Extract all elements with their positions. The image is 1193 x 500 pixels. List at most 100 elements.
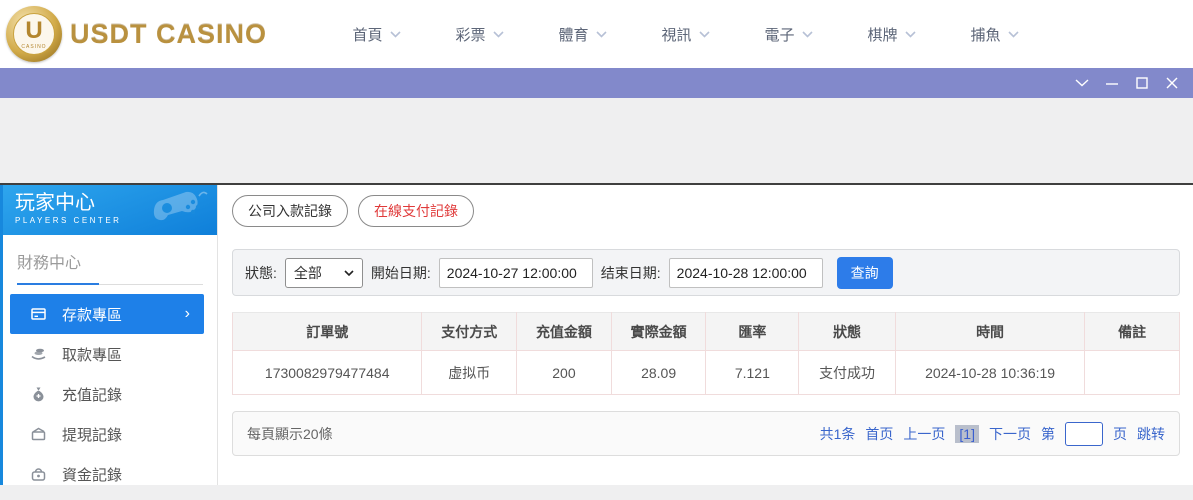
cell-exchange-rate: 7.121 [705, 350, 800, 395]
sidebar-item-funds-records[interactable]: 資金記錄 [3, 454, 217, 494]
jump-prefix-label: 第 [1041, 425, 1055, 442]
header-exchange-rate: 匯率 [705, 312, 800, 351]
nav-item-fishing[interactable]: 捕魚 [943, 24, 1046, 45]
sidebar: 玩家中心 PLAYERS CENTER 財務中心 存款專區 › 取款專區 充值記… [0, 185, 218, 485]
nav-label: 體育 [558, 26, 589, 44]
table-header-row: 訂單號 支付方式 充值金額 實際金額 匯率 狀態 時間 備註 [231, 312, 1180, 351]
header-order-no: 訂單號 [231, 312, 423, 351]
cell-status: 支付成功 [798, 350, 896, 395]
nav-item-video[interactable]: 視訊 [634, 24, 737, 45]
nav-item-sports[interactable]: 體育 [531, 24, 634, 45]
header-time: 時間 [894, 312, 1086, 351]
moneybag-icon [30, 386, 47, 402]
sidebar-item-label: 充值記錄 [62, 386, 123, 404]
jump-page-input[interactable] [1065, 421, 1103, 446]
sidebar-item-label: 資金記錄 [62, 466, 123, 484]
sidebar-item-recharge-records[interactable]: 充值記錄 [3, 374, 217, 414]
sidebar-item-deposit-zone[interactable]: 存款專區 › [10, 294, 204, 334]
sidebar-item-label: 存款專區 [62, 306, 123, 324]
cell-time: 2024-10-28 10:36:19 [894, 350, 1086, 395]
nav-item-slots[interactable]: 電子 [737, 24, 840, 45]
nav-label: 視訊 [661, 26, 692, 44]
start-date-label: 開始日期: [370, 264, 431, 281]
chevron-down-icon [389, 30, 401, 38]
header-pay-method: 支付方式 [421, 312, 518, 351]
table-row: 1730082979477484 虚拟币 200 28.09 7.121 支付成… [231, 350, 1180, 395]
nav-item-lottery[interactable]: 彩票 [428, 24, 531, 45]
nav-label: 電子 [764, 26, 795, 44]
jump-suffix-label: 页 [1113, 425, 1127, 442]
header-note: 備註 [1084, 312, 1180, 351]
logo-letter: U [25, 16, 43, 44]
finance-center-heading: 財務中心 [17, 255, 82, 272]
total-count-text: 共1条 [819, 425, 856, 442]
jump-button[interactable]: 跳转 [1137, 424, 1165, 444]
next-page-link[interactable]: 下一页 [989, 424, 1031, 444]
wallet-icon [30, 426, 47, 442]
main-panel: 公司入款記錄 在線支付記錄 狀態: 全部 開始日期: 结束日期: 查詢 [218, 185, 1193, 485]
header-status: 狀態 [798, 312, 896, 351]
chevron-right-icon: › [184, 305, 190, 322]
cell-pay-method: 虚拟币 [421, 350, 518, 395]
sidebar-item-label: 提現記錄 [62, 426, 123, 444]
close-icon [1166, 77, 1178, 89]
cell-note [1084, 350, 1180, 395]
prev-page-link[interactable]: 上一页 [903, 424, 945, 444]
logo-caption: CASINO [21, 43, 47, 50]
purse-icon [30, 466, 47, 482]
section-divider [17, 283, 203, 285]
top-bar: U CASINO USDT CASINO 首頁 彩票 體育 視訊 電子 棋牌 捕… [0, 0, 1193, 68]
cell-recharge-amount: 200 [516, 350, 612, 395]
nav-label: 彩票 [455, 26, 486, 44]
gamepad-icon [153, 191, 208, 221]
nav-label: 棋牌 [867, 26, 898, 44]
cell-order-no: 1730082979477484 [231, 350, 423, 395]
header-actual-amount: 實際金額 [610, 312, 707, 351]
nav-label: 首頁 [352, 26, 383, 44]
header-recharge-amount: 充值金額 [516, 312, 612, 351]
nav-label: 捕魚 [970, 26, 1001, 44]
tab-company-deposit-records[interactable]: 公司入款記錄 [232, 195, 348, 227]
pagination-bar: 每頁顯示20條 共1条 首页 上一页 [1] 下一页 第 页 跳转 [232, 411, 1180, 456]
status-label: 狀態: [245, 264, 277, 281]
brand-name: USDT CASINO [70, 18, 268, 49]
coin-logo-icon: U CASINO [6, 6, 62, 62]
window-dropdown-button[interactable] [1067, 68, 1097, 98]
chevron-down-icon [904, 30, 916, 38]
cell-actual-amount: 28.09 [610, 350, 707, 395]
first-page-link[interactable]: 首页 [865, 424, 893, 444]
chevron-down-icon [492, 30, 504, 38]
filter-bar: 狀態: 全部 開始日期: 结束日期: 查詢 [232, 249, 1180, 296]
nav-item-home[interactable]: 首頁 [325, 24, 428, 45]
current-page-indicator[interactable]: [1] [955, 424, 979, 443]
deposit-card-icon [30, 306, 47, 322]
chevron-down-icon [801, 30, 813, 38]
window-maximize-button[interactable] [1127, 68, 1157, 98]
sidebar-item-label: 取款專區 [62, 346, 123, 364]
window-close-button[interactable] [1157, 68, 1187, 98]
tab-online-payment-records[interactable]: 在線支付記錄 [358, 195, 474, 227]
start-date-input[interactable] [438, 257, 593, 288]
chevron-down-icon [1075, 79, 1089, 87]
minimize-icon [1106, 83, 1118, 85]
nav-item-cards[interactable]: 棋牌 [840, 24, 943, 45]
brand-logo[interactable]: U CASINO USDT CASINO [6, 6, 267, 62]
app-window: U CASINO USDT CASINO 首頁 彩票 體育 視訊 電子 棋牌 捕… [0, 0, 1193, 500]
end-date-input[interactable] [668, 257, 823, 288]
search-button[interactable]: 查詢 [836, 256, 893, 289]
window-minimize-button[interactable] [1097, 68, 1127, 98]
sidebar-item-withdraw-zone[interactable]: 取款專區 [3, 334, 217, 374]
players-center-header: 玩家中心 PLAYERS CENTER [3, 185, 217, 235]
window-title-bar [0, 68, 1193, 98]
chevron-down-icon [595, 30, 607, 38]
page-size-text: 每頁顯示20條 [247, 425, 333, 442]
sidebar-item-withdrawal-records[interactable]: 提現記錄 [3, 414, 217, 454]
status-select[interactable]: 全部 [284, 257, 363, 288]
pagination-controls: 共1条 首页 上一页 [1] 下一页 第 页 跳转 [819, 421, 1165, 446]
chevron-down-icon [1007, 30, 1019, 38]
maximize-icon [1136, 77, 1148, 89]
record-tabs: 公司入款記錄 在線支付記錄 [232, 195, 1180, 227]
content-region: 玩家中心 PLAYERS CENTER 財務中心 存款專區 › 取款專區 充值記… [0, 185, 1193, 485]
records-table: 訂單號 支付方式 充值金額 實際金額 匯率 狀態 時間 備註 173008297… [231, 312, 1180, 395]
chevron-down-icon [698, 30, 710, 38]
